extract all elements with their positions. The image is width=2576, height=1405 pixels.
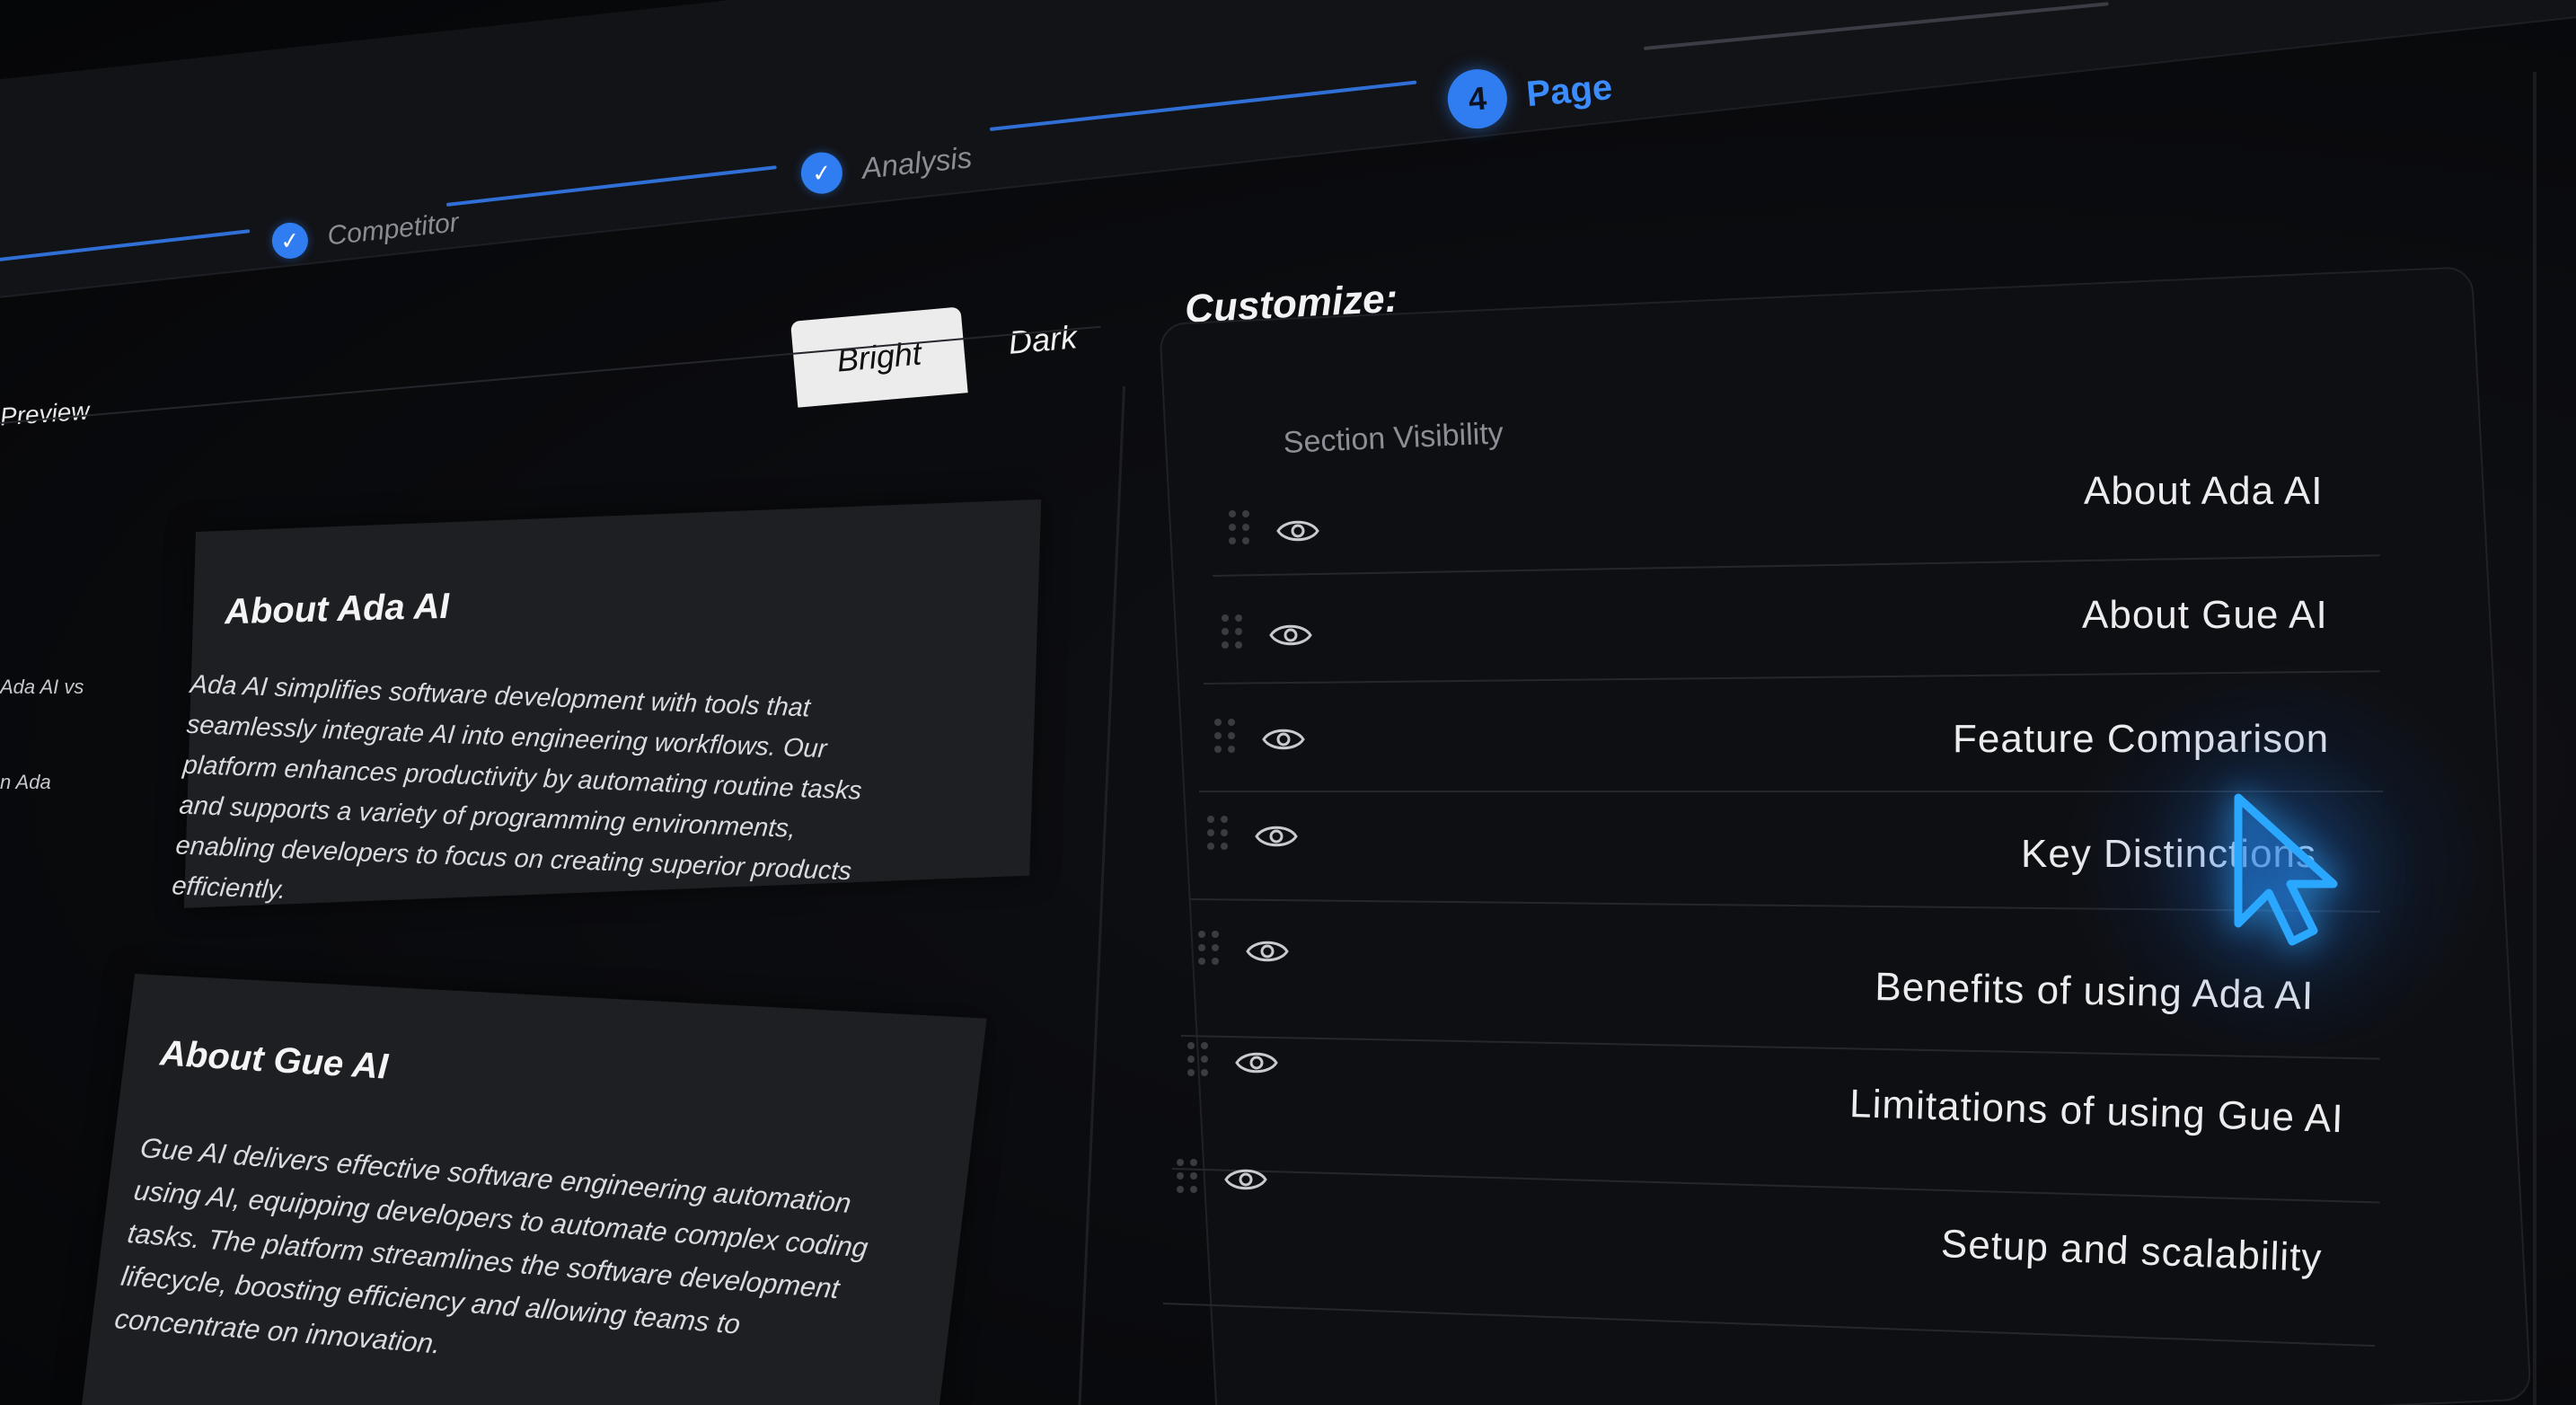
eye-icon[interactable] — [1268, 613, 1313, 658]
drag-handle-icon[interactable] — [1187, 1042, 1209, 1083]
drag-handle-icon[interactable] — [1207, 816, 1229, 857]
drag-handle-icon[interactable] — [1177, 1159, 1198, 1200]
window-edge — [2533, 72, 2536, 1405]
drag-handle-icon[interactable] — [1198, 931, 1220, 972]
theme-dark-button[interactable]: Dark — [1005, 296, 1081, 383]
section-row[interactable] — [1214, 717, 1306, 762]
panel-divider — [1075, 386, 1125, 1405]
preview-label: Preview — [0, 396, 91, 431]
section-row[interactable] — [1229, 508, 1320, 553]
eye-icon[interactable] — [1261, 717, 1306, 762]
side-nav-item[interactable]: Ada AI vs — [0, 676, 84, 699]
preview-panel: Preview Bright Dark Ada AI vs n Ada Abou… — [0, 0, 1150, 1405]
section-label: About Ada AI — [2084, 469, 2324, 513]
card-body: Ada AI simplifies software development w… — [171, 669, 863, 905]
section-row[interactable] — [1222, 613, 1313, 658]
section-label: Feature Comparison — [1953, 717, 2330, 761]
eye-icon[interactable] — [1223, 1157, 1268, 1202]
row-separator — [1199, 791, 2383, 792]
section-label: Benefits of using Ada AI — [1874, 965, 2315, 1019]
section-row[interactable] — [1207, 814, 1299, 859]
eye-icon[interactable] — [1275, 508, 1320, 553]
eye-icon[interactable] — [1234, 1040, 1279, 1085]
section-row[interactable] — [1198, 929, 1290, 974]
cursor-arrow-icon — [2234, 793, 2338, 946]
eye-icon[interactable] — [1254, 814, 1299, 859]
eye-icon[interactable] — [1245, 929, 1290, 974]
section-label: About Gue AI — [2082, 593, 2328, 637]
theme-toggle: Bright Dark — [790, 294, 1120, 411]
drag-handle-icon[interactable] — [1214, 719, 1236, 760]
theme-bright-button[interactable]: Bright — [790, 306, 968, 408]
card-title: About Ada AI — [224, 586, 450, 632]
step-number: 4 — [1445, 66, 1510, 131]
drag-handle-icon[interactable] — [1222, 614, 1243, 656]
drag-handle-icon[interactable] — [1229, 510, 1250, 552]
step-label: Page — [1524, 66, 1614, 114]
side-nav-item[interactable]: n Ada — [0, 771, 51, 794]
section-row[interactable] — [1187, 1040, 1279, 1085]
app-screen: ✓ Competitor ✓ Analysis 4 Page Preview B… — [0, 0, 2576, 1405]
section-row[interactable] — [1177, 1157, 1268, 1202]
